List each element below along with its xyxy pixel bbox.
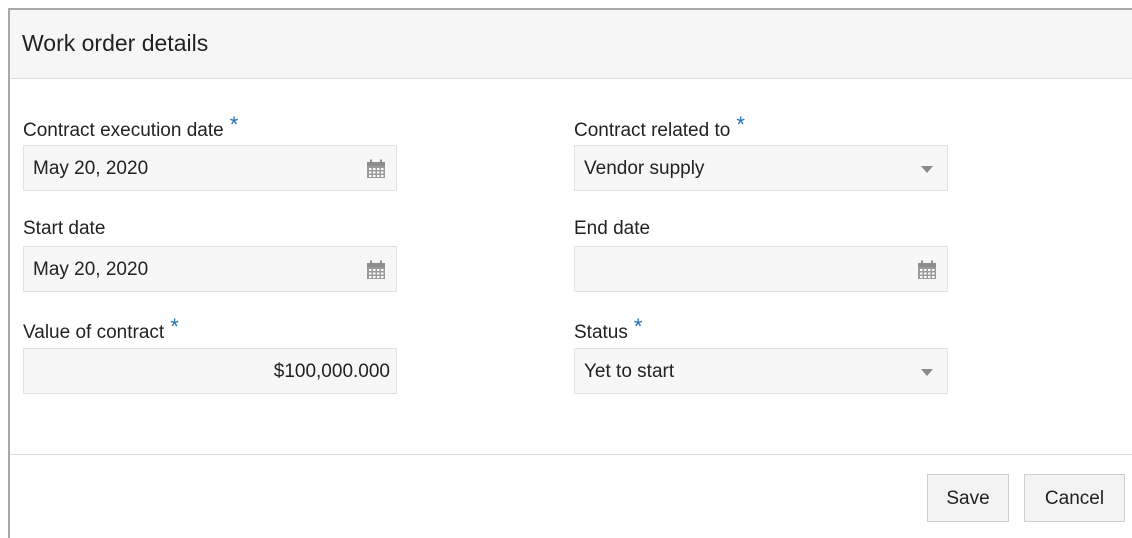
required-marker: * xyxy=(736,112,745,137)
required-marker: * xyxy=(229,112,239,137)
required-marker: * xyxy=(170,314,179,339)
value-of-contract-label-text: Value of contract xyxy=(23,322,165,343)
contract-execution-date-value: May 20, 2020 xyxy=(33,158,149,179)
contract-execution-date-label-text: Contract execution date xyxy=(23,120,224,141)
chevron-down-icon[interactable] xyxy=(921,369,933,376)
contract-execution-date-label: Contract execution date * xyxy=(23,112,238,142)
value-of-contract-field[interactable]: $100,000.000 xyxy=(23,348,397,394)
calendar-icon[interactable] xyxy=(366,260,386,280)
save-button[interactable]: Save xyxy=(927,474,1009,522)
status-select[interactable]: Yet to start xyxy=(574,348,948,394)
contract-related-to-select[interactable]: Vendor supply xyxy=(574,145,948,191)
calendar-icon[interactable] xyxy=(917,260,937,280)
contract-related-to-value: Vendor supply xyxy=(584,158,705,179)
start-date-value: May 20, 2020 xyxy=(33,259,149,280)
value-of-contract-label: Value of contract * xyxy=(23,314,179,344)
chevron-down-icon[interactable] xyxy=(921,166,933,173)
work-order-dialog: Work order details Contract execution da… xyxy=(8,8,1132,538)
end-date-label: End date xyxy=(574,218,650,240)
start-date-label-text: Start date xyxy=(23,218,106,239)
footer-divider xyxy=(10,454,1132,455)
end-date-label-text: End date xyxy=(574,218,651,239)
value-of-contract-value: $100,000.000 xyxy=(273,361,390,382)
contract-related-to-label-text: Contract related to xyxy=(574,120,731,141)
contract-related-to-label: Contract related to * xyxy=(574,112,745,142)
status-label-text: Status xyxy=(574,322,628,343)
calendar-icon[interactable] xyxy=(366,159,386,179)
dialog-title: Work order details xyxy=(22,30,209,56)
start-date-field[interactable]: May 20, 2020 xyxy=(23,246,397,292)
contract-execution-date-field[interactable]: May 20, 2020 xyxy=(23,145,397,191)
status-label: Status * xyxy=(574,314,642,344)
dialog-header: Work order details xyxy=(10,10,1132,79)
end-date-field[interactable] xyxy=(574,246,948,292)
status-value: Yet to start xyxy=(584,361,675,382)
start-date-label: Start date xyxy=(23,218,105,240)
cancel-button[interactable]: Cancel xyxy=(1024,474,1125,522)
required-marker: * xyxy=(633,314,643,339)
